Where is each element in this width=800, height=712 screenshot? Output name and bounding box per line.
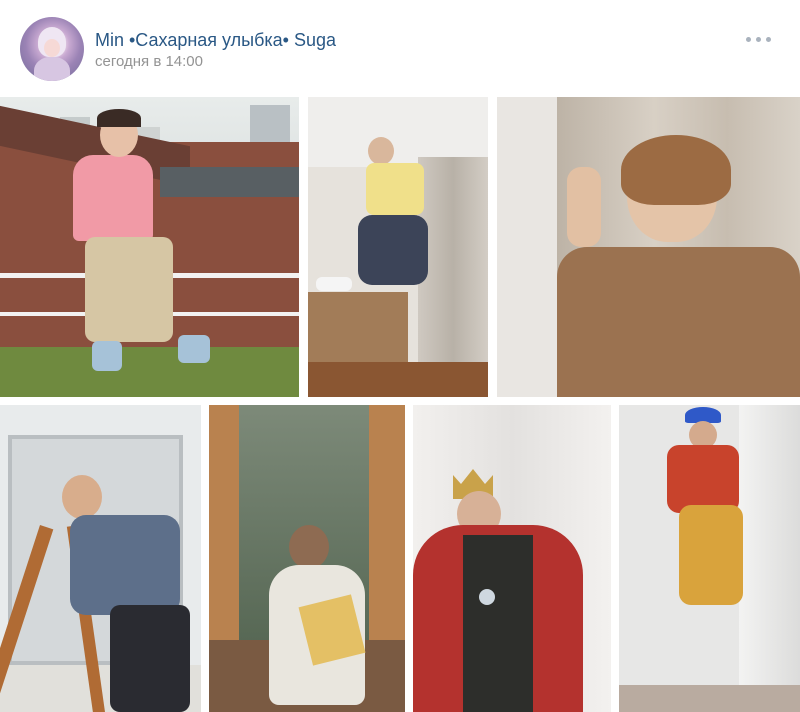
roof-right (160, 167, 299, 197)
face (368, 137, 394, 165)
post-photo-4[interactable] (0, 405, 201, 712)
curtain (739, 405, 800, 712)
beige-pants (85, 237, 173, 342)
patterned-shirt (70, 515, 180, 615)
head (289, 525, 329, 569)
more-dot (746, 37, 751, 42)
post-photo-3[interactable] (497, 97, 800, 397)
sandal (92, 341, 122, 371)
post-photo-6[interactable] (413, 405, 611, 712)
post-photo-5[interactable] (209, 405, 405, 712)
red-vest (667, 445, 739, 513)
foliage (0, 347, 299, 397)
avatar-figure-body (34, 57, 70, 81)
sneaker (316, 277, 352, 291)
left-door (209, 405, 239, 655)
more-dot (756, 37, 761, 42)
hair (97, 109, 141, 127)
author-avatar[interactable] (20, 17, 84, 81)
marble-wall (418, 157, 488, 377)
hair (621, 135, 731, 205)
avatar-figure-face (44, 39, 60, 57)
post-photo-1[interactable] (0, 97, 299, 397)
post-photo-7[interactable] (619, 405, 800, 712)
post-timestamp[interactable]: сегодня в 14:00 (95, 53, 203, 71)
face (62, 475, 102, 519)
post-photo-2[interactable] (308, 97, 488, 397)
dark-pants (358, 215, 428, 285)
author-name-link[interactable]: Min •Сахарная улыбка• Suga (95, 30, 336, 50)
floor (619, 685, 800, 712)
radiator-cabinet (308, 292, 408, 362)
yellow-shirt (366, 163, 424, 215)
right-door (369, 405, 405, 655)
more-horizontal-icon[interactable] (746, 37, 772, 43)
gold-pants (679, 505, 743, 605)
wall-post: Min •Сахарная улыбка• Suga сегодня в 14:… (0, 0, 800, 712)
brown-jacket (557, 247, 800, 397)
brooch (479, 589, 495, 605)
dark-pants (110, 605, 190, 712)
sandal (178, 335, 210, 363)
wood-floor (308, 362, 488, 397)
hand (567, 167, 601, 247)
post-header: Min •Сахарная улыбка• Suga сегодня в 14:… (0, 0, 800, 96)
pink-shirt (73, 155, 153, 241)
more-dot (766, 37, 771, 42)
black-shirt (463, 535, 533, 712)
